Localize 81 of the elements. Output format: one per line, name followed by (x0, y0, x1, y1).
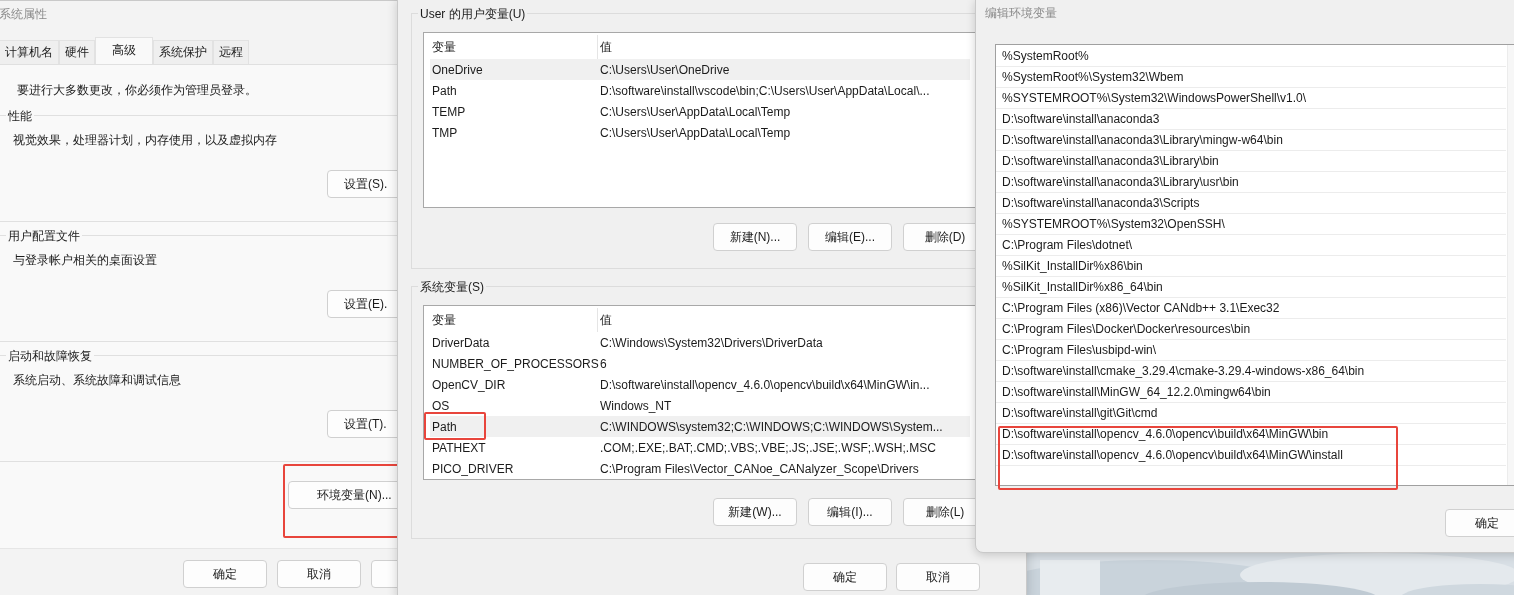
path-entry[interactable]: C:\Program Files\Docker\Docker\resources\bin (996, 319, 1506, 340)
dialog-button[interactable]: 取消 (896, 563, 980, 591)
path-entry[interactable]: C:\Program Files\usbipd-win\ (996, 340, 1506, 361)
variable-row[interactable]: TMP C:\Users\User\AppData\Local\Temp (430, 122, 970, 143)
path-entry[interactable]: D:\software\install\anaconda3 (996, 109, 1506, 130)
column-header[interactable]: 值 (598, 35, 970, 59)
window-title: 编辑环境变量 (985, 4, 1057, 22)
path-entry[interactable]: D:\software\install\cmake_3.29.4\cmake-3.29.4-windows-x86_64\bin (996, 361, 1506, 382)
table-cell: NUMBER_OF_PROCESSORS (432, 356, 599, 371)
dialog-button[interactable]: 确定 (1445, 509, 1514, 537)
variable-row[interactable]: PICO_DRIVER C:\Program Files\Vector_CANoe_CANalyzer_Scope\Drivers (430, 458, 970, 479)
path-entry[interactable]: D:\software\install\opencv_4.6.0\opencv\build\x64\MinGW\bin (996, 424, 1506, 445)
table-action-button[interactable]: 编辑(I)... (808, 498, 892, 526)
window-title: 系统属性 (0, 5, 47, 23)
path-entry[interactable]: %SilKit_InstallDir%x86_64\bin (996, 277, 1506, 298)
scrollbar[interactable] (1507, 45, 1514, 485)
table-cell: TEMP (432, 104, 466, 119)
table-cell: C:\Windows\System32\Drivers\DriverData (600, 335, 823, 350)
table-cell: OneDrive (432, 62, 483, 77)
table-cell: Windows_NT (600, 398, 672, 413)
table-cell: PICO_DRIVER (432, 461, 514, 476)
path-entry[interactable]: D:\software\install\anaconda3\Library\usr\bin (996, 172, 1506, 193)
path-entry[interactable]: C:\Program Files (x86)\Vector CANdb++ 3.1\Exec32 (996, 298, 1506, 319)
path-entry[interactable]: D:\software\install\anaconda3\Library\bin (996, 151, 1506, 172)
variable-row[interactable]: OpenCV_DIR D:\software\install\opencv_4.6.0\opencv\build\x64\MinGW\in... (430, 374, 970, 395)
column-header[interactable]: 值 (598, 308, 970, 332)
group-title: 性能 (6, 108, 34, 125)
path-entry[interactable]: D:\software\install\anaconda3\Scripts (996, 193, 1506, 214)
tab[interactable]: 系统保护 (153, 40, 213, 64)
table-cell: Path (432, 419, 457, 434)
path-entry[interactable]: %SystemRoot% (996, 46, 1506, 67)
path-entry[interactable]: %SYSTEMROOT%\System32\OpenSSH\ (996, 214, 1506, 235)
variable-row[interactable]: PATHEXT .COM;.EXE;.BAT;.CMD;.VBS;.VBE;.JS;.JSE;.WSF;.WSH;.MSC (430, 437, 970, 458)
table-cell: C:\Users\User\AppData\Local\Temp (600, 125, 791, 140)
table-cell: C:\WINDOWS\system32;C:\WINDOWS;C:\WINDOWS\System... (600, 419, 943, 434)
table-cell: OpenCV_DIR (432, 377, 506, 392)
group-description: 与登录帐户相关的桌面设置 (13, 252, 158, 269)
tab[interactable]: 高级 (95, 37, 153, 64)
table-cell: OS (432, 398, 450, 413)
group-title: 用户配置文件 (6, 228, 82, 245)
table-cell: TMP (432, 125, 458, 140)
dialog-button[interactable]: 确定 (183, 560, 267, 588)
table-cell: D:\software\install\opencv_4.6.0\opencv\build\x64\MinGW\in... (600, 377, 930, 392)
path-entry[interactable]: %SYSTEMROOT%\System32\WindowsPowerShell\v1.0\ (996, 88, 1506, 109)
path-entry[interactable]: %SystemRoot%\System32\Wbem (996, 67, 1506, 88)
group-description: 视觉效果，处理器计划，内存使用，以及虚拟内存 (13, 132, 278, 149)
tab[interactable]: 硬件 (59, 40, 95, 64)
table-cell: 6 (600, 356, 607, 371)
path-entry[interactable]: D:\software\install\anaconda3\Library\mingw-w64\bin (996, 130, 1506, 151)
table-action-button[interactable]: 新建(N)... (713, 223, 797, 251)
dialog-button[interactable]: 确定 (803, 563, 887, 591)
tab[interactable]: 远程 (213, 40, 249, 64)
group-description: 系统启动、系统故障和调试信息 (13, 372, 182, 389)
table-cell: D:\software\install\vscode\bin;C:\Users\User\AppData\Local\... (600, 83, 930, 98)
group-title: 系统变量(S) (418, 279, 486, 296)
path-entry[interactable]: D:\software\install\opencv_4.6.0\opencv\build\x64\MinGW\install (996, 445, 1506, 466)
table-cell: Path (432, 83, 457, 98)
path-entry[interactable]: %SilKit_InstallDir%x86\bin (996, 256, 1506, 277)
table-cell: C:\Program Files\Vector_CANoe_CANalyzer_Scope\Drivers (600, 461, 919, 476)
variable-row[interactable]: OS Windows_NT (430, 395, 970, 416)
group-title: 启动和故障恢复 (6, 348, 94, 365)
variable-row[interactable]: TEMP C:\Users\User\AppData\Local\Temp (430, 101, 970, 122)
table-action-button[interactable]: 编辑(E)... (808, 223, 892, 251)
path-entry[interactable]: C:\Program Files\dotnet\ (996, 235, 1506, 256)
group-title: User 的用户变量(U) (418, 6, 528, 23)
variable-row[interactable]: Path D:\software\install\vscode\bin;C:\Users\User\AppData\Local\... (430, 80, 970, 101)
path-entry[interactable]: D:\software\install\MinGW_64_12.2.0\mingw64\bin (996, 382, 1506, 403)
table-cell: C:\Users\User\OneDrive (600, 62, 730, 77)
dialog-button[interactable]: 取消 (277, 560, 361, 588)
variable-row[interactable]: DriverData C:\Windows\System32\Drivers\DriverData (430, 332, 970, 353)
path-entry[interactable]: D:\software\install\git\Git\cmd (996, 403, 1506, 424)
variable-row[interactable]: OneDrive C:\Users\User\OneDrive (430, 59, 970, 80)
table-cell: C:\Users\User\AppData\Local\Temp (600, 104, 791, 119)
table-cell: PATHEXT (432, 440, 486, 455)
column-header[interactable]: 变量 (430, 308, 598, 332)
variable-row[interactable]: NUMBER_OF_PROCESSORS6 (430, 353, 970, 374)
variable-row[interactable]: Path C:\WINDOWS\system32;C:\WINDOWS;C:\WINDOWS\System... (430, 416, 970, 437)
table-cell: .COM;.EXE;.BAT;.CMD;.VBS;.VBE;.JS;.JSE;.WSF;.WSH;.MSC (600, 440, 936, 455)
tab[interactable]: 计算机名 (0, 40, 59, 64)
table-cell: DriverData (432, 335, 490, 350)
table-action-button[interactable]: 新建(W)... (713, 498, 797, 526)
